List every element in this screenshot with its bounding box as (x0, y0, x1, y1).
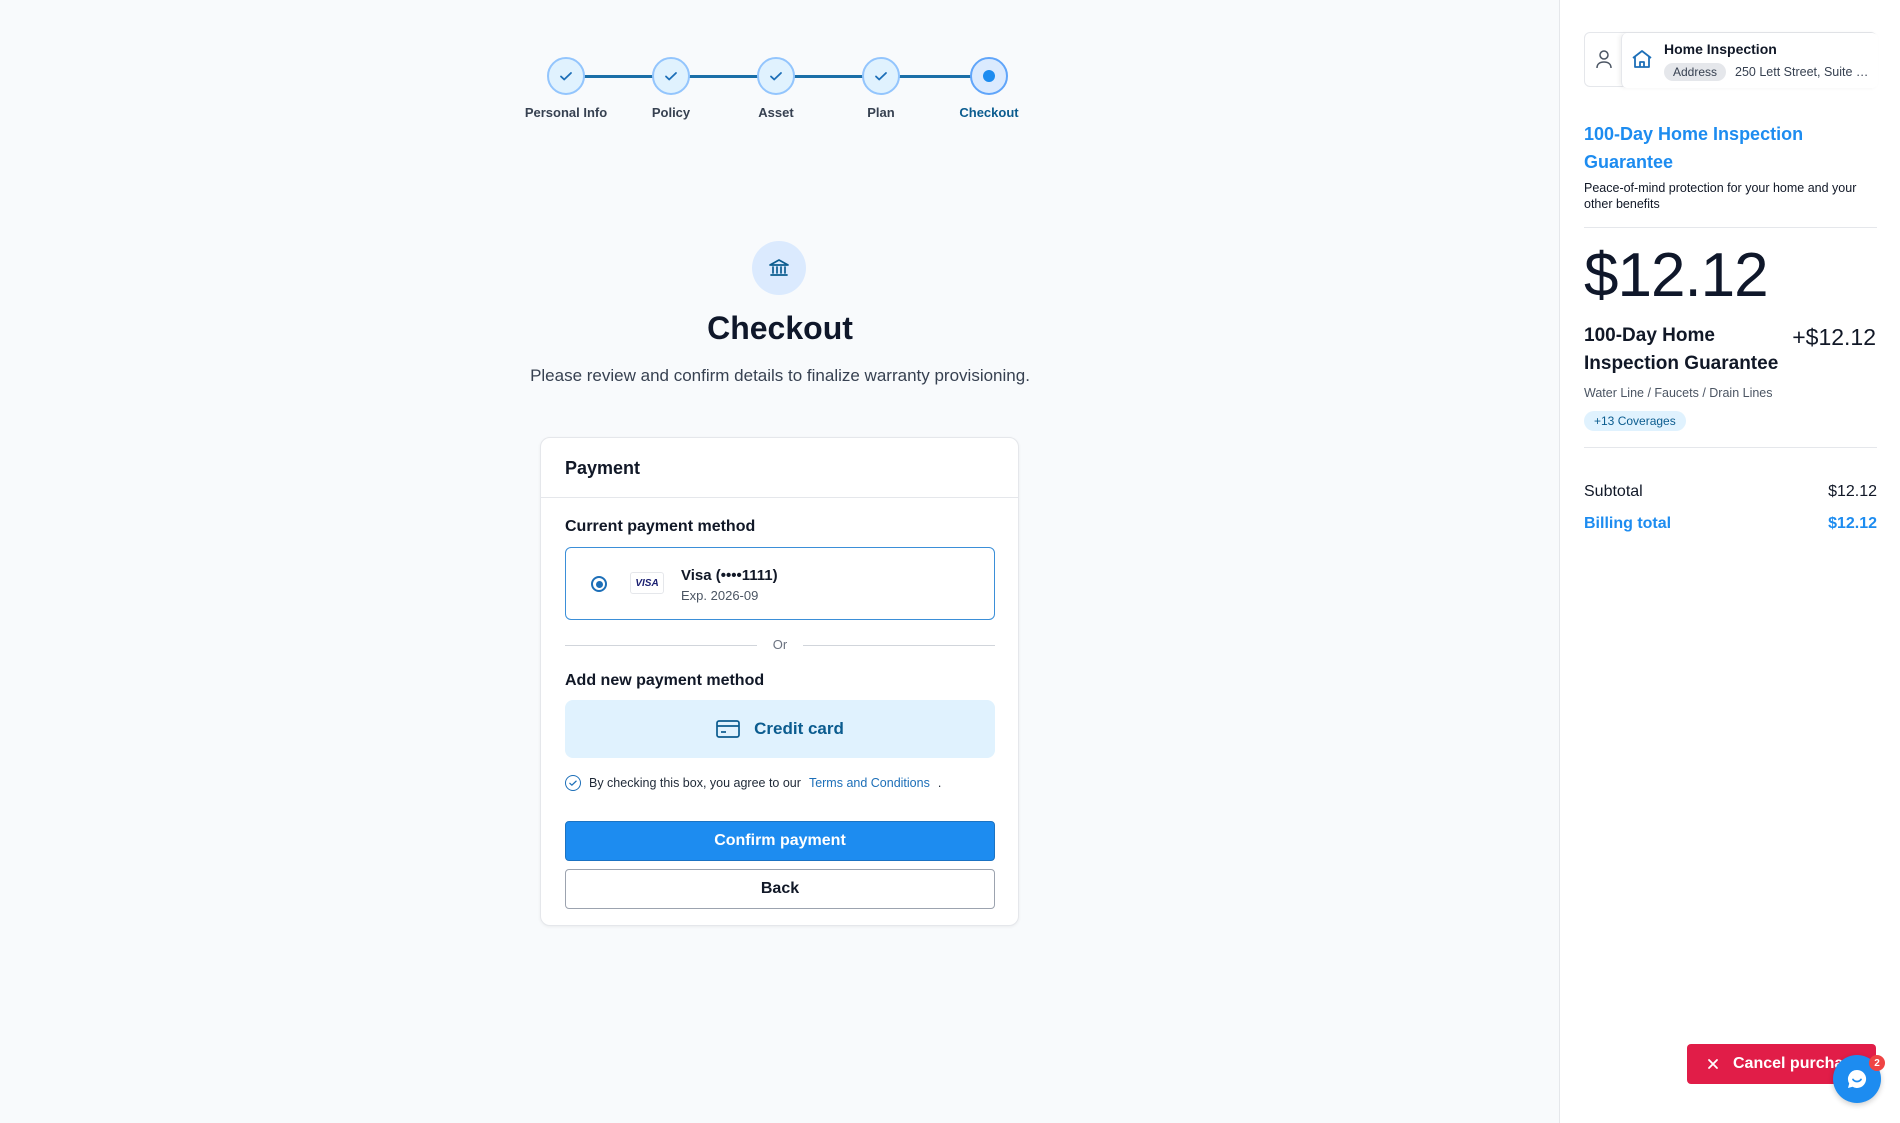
subtotal-label: Subtotal (1584, 483, 1643, 500)
current-method-label: Current payment method (565, 518, 756, 535)
saved-card-option[interactable]: VISA Visa (••••1111) Exp. 2026-09 (565, 547, 995, 620)
step-asset[interactable]: Asset (716, 57, 836, 120)
property-title: Home Inspection (1664, 41, 1777, 57)
line-item-price: +$12.12 (1792, 324, 1876, 350)
payment-card-title: Payment (541, 438, 1018, 498)
total-price: $12.12 (1584, 241, 1769, 310)
user-icon (1596, 50, 1612, 69)
plan-title: 100-Day Home Inspection Guarantee (1584, 124, 1804, 172)
property-card[interactable]: Home Inspection Address 250 Lett Street,… (1584, 32, 1878, 88)
step-label: Policy (651, 105, 691, 120)
or-text: Or (772, 637, 788, 652)
add-method-label: Add new payment method (565, 672, 765, 689)
chat-icon (1847, 1069, 1867, 1088)
line-item-name: 100-Day Home Inspection Guarantee (1584, 325, 1779, 374)
subtotal-value: $12.12 (1828, 483, 1877, 500)
step-label: Plan (867, 105, 895, 120)
step-label: Checkout (959, 105, 1019, 120)
payment-card: Payment Current payment method VISA Visa… (540, 437, 1019, 926)
step-policy[interactable]: Policy (611, 57, 731, 120)
back-button[interactable]: Back (565, 869, 995, 909)
step-done-circle (652, 57, 690, 95)
billing-total-value: $12.12 (1828, 515, 1877, 532)
radio-selected-icon (595, 580, 603, 588)
step-personal-info[interactable]: Personal Info (506, 57, 626, 120)
terms-checkbox[interactable] (565, 775, 581, 791)
card-radio[interactable] (591, 576, 607, 592)
check-icon (665, 72, 677, 81)
step-active-circle (970, 57, 1008, 95)
check-icon (770, 72, 782, 81)
property-address: 250 Lett Street, Suite 100 (1735, 65, 1875, 79)
check-icon (569, 780, 577, 786)
card-name: Visa (••••1111) (681, 567, 778, 584)
address-badge: Address (1664, 63, 1727, 81)
line-item-coverages: Water Line / Faucets / Drain Lines (1584, 386, 1773, 400)
billing-total-label: Billing total (1584, 515, 1672, 532)
confirm-payment-button[interactable]: Confirm payment (565, 821, 995, 861)
step-label: Personal Info (524, 105, 608, 120)
page-subtitle: Please review and confirm details to fin… (530, 366, 1030, 385)
card-expiry: Exp. 2026-09 (681, 588, 759, 603)
subtotal-row: Subtotal $12.12 (1584, 483, 1877, 501)
check-icon (560, 72, 572, 81)
check-icon (875, 72, 887, 81)
active-dot-icon (983, 70, 995, 82)
order-summary-panel: Home Inspection Address 250 Lett Street,… (1559, 0, 1900, 1123)
terms-link[interactable]: Terms and Conditions (809, 776, 930, 790)
step-done-circle (862, 57, 900, 95)
step-done-circle (757, 57, 795, 95)
visa-logo-icon: VISA (630, 572, 664, 594)
credit-card-icon (716, 720, 740, 738)
terms-agreement: By checking this box, you agree to our T… (565, 775, 941, 791)
terms-suffix: . (937, 776, 942, 790)
chat-notification-badge: 2 (1869, 1055, 1885, 1071)
home-icon (1632, 50, 1652, 68)
billing-total-row: Billing total $12.12 (1584, 515, 1877, 533)
divider (1584, 227, 1877, 228)
close-icon (1708, 1059, 1718, 1069)
terms-text: By checking this box, you agree to our (589, 776, 801, 790)
or-divider: Or (565, 635, 995, 655)
step-label: Asset (758, 105, 794, 120)
credit-card-label: Credit card (754, 719, 844, 738)
bank-icon (752, 241, 806, 295)
credit-card-button[interactable]: Credit card (565, 700, 995, 758)
coverage-count-badge[interactable]: +13 Coverages (1584, 411, 1686, 431)
step-done-circle (547, 57, 585, 95)
page-title: Checkout (707, 310, 853, 346)
property-details: Home Inspection Address 250 Lett Street,… (1621, 33, 1878, 88)
plan-description: Peace-of-mind protection for your home a… (1584, 181, 1857, 211)
step-checkout[interactable]: Checkout (929, 57, 1049, 120)
divider (1584, 447, 1877, 448)
step-plan[interactable]: Plan (821, 57, 941, 120)
main-content: Personal Info Policy Asset Plan Checkout… (0, 0, 1559, 1123)
